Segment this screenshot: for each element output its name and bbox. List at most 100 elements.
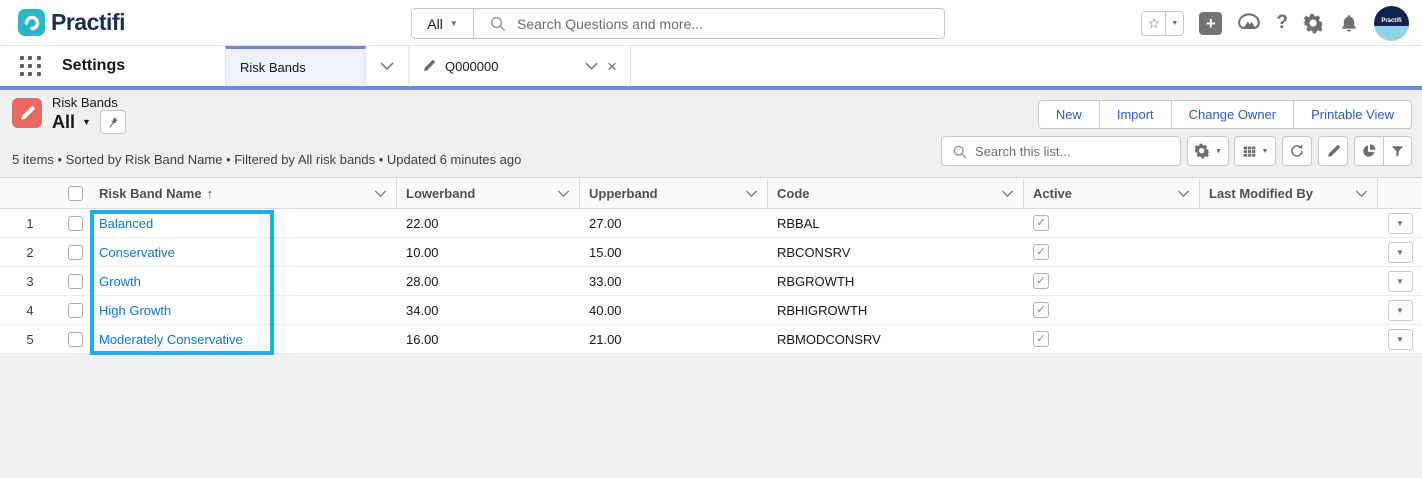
row-checkbox[interactable] [67, 331, 83, 347]
code-cell: RBBAL [777, 215, 820, 231]
chevron-down-icon [380, 62, 394, 70]
user-avatar[interactable]: Practifi [1374, 5, 1409, 41]
caret-down-icon: ▼ [1215, 147, 1222, 155]
global-search-input[interactable] [517, 15, 944, 32]
risk-band-name-link[interactable]: Moderately Conservative [99, 332, 243, 347]
filter-button[interactable] [1382, 137, 1412, 165]
list-settings-button[interactable]: ▼ [1187, 136, 1229, 166]
inline-edit-button[interactable] [1318, 136, 1348, 166]
risk-band-name-link[interactable]: Conservative [99, 245, 175, 260]
row-checkbox[interactable] [67, 273, 83, 289]
active-checkbox: ✓ [1033, 331, 1049, 347]
risk-bands-table: Risk Band Name ↑ Lowerband Upperband Cod… [0, 177, 1422, 355]
table-row: 4 High Growth 34.00 40.00 RBHIGROWTH ✓ ▼ [0, 296, 1422, 325]
row-number: 5 [26, 331, 34, 347]
table-row: 2 Conservative 10.00 15.00 RBCONSRV ✓ ▼ [0, 238, 1422, 267]
row-actions-button[interactable]: ▼ [1387, 212, 1413, 234]
global-actions-button[interactable]: + [1199, 11, 1223, 35]
risk-band-name-link[interactable]: High Growth [99, 303, 171, 318]
row-actions-button[interactable]: ▼ [1387, 270, 1413, 292]
risk-band-name-link[interactable]: Balanced [99, 216, 153, 231]
refresh-button[interactable] [1282, 136, 1312, 166]
search-scope-selector[interactable]: All ▼ [412, 9, 474, 38]
row-number-header [0, 178, 60, 208]
pin-list-view-button[interactable] [99, 110, 126, 134]
row-checkbox[interactable] [67, 302, 83, 318]
column-header-risk-band-name[interactable]: Risk Band Name ↑ [90, 178, 397, 208]
chevron-down-icon[interactable] [1355, 189, 1368, 197]
row-checkbox[interactable] [67, 244, 83, 260]
pencil-icon [1326, 144, 1341, 159]
table-row: 5 Moderately Conservative 16.00 21.00 RB… [0, 325, 1422, 354]
last-modified-by-cell [1200, 267, 1378, 295]
row-number: 3 [26, 273, 34, 289]
list-status-line: 5 items • Sorted by Risk Band Name • Fil… [12, 152, 522, 167]
column-header-code[interactable]: Code [768, 178, 1024, 208]
filter-funnel-icon [1390, 144, 1405, 159]
practifi-logo: Practifi [18, 9, 125, 36]
printable-view-button[interactable]: Printable View [1293, 101, 1411, 128]
chevron-down-icon[interactable] [1001, 189, 1014, 197]
gear-icon [1194, 143, 1211, 159]
setup-gear-icon[interactable] [1303, 13, 1324, 34]
column-header-lowerband[interactable]: Lowerband [397, 178, 580, 208]
app-launcher-icon[interactable] [20, 56, 42, 77]
chevron-down-icon[interactable] [745, 189, 758, 197]
list-actions: New Import Change Owner Printable View [1037, 100, 1412, 129]
actions-column-header [1378, 178, 1422, 208]
column-header-upperband[interactable]: Upperband [580, 178, 768, 208]
notifications-bell-icon[interactable] [1339, 13, 1359, 34]
upperband-cell: 33.00 [589, 273, 622, 289]
lowerband-cell: 16.00 [406, 331, 439, 347]
change-owner-button[interactable]: Change Owner [1170, 101, 1294, 128]
caret-down-icon: ▼ [1396, 247, 1404, 257]
tab-risk-bands[interactable]: Risk Bands [225, 46, 366, 86]
lowerband-cell: 22.00 [406, 215, 439, 231]
charts-button[interactable] [1355, 137, 1383, 165]
sort-ascending-icon: ↑ [206, 185, 214, 201]
pencil-icon [422, 59, 436, 73]
caret-down-icon: ▼ [1396, 276, 1404, 286]
risk-band-name-link[interactable]: Growth [99, 274, 141, 289]
lowerband-cell: 34.00 [406, 302, 439, 318]
help-icon[interactable]: ? [1276, 12, 1288, 34]
chevron-down-icon[interactable] [585, 62, 598, 70]
tab-risk-bands-menu[interactable] [366, 46, 409, 86]
list-view-selector[interactable]: All ▼ [52, 112, 91, 133]
table-display-icon [1242, 144, 1257, 159]
pin-icon [106, 116, 119, 129]
new-button[interactable]: New [1038, 101, 1099, 128]
code-cell: RBMODCONSRV [777, 331, 881, 347]
favorite-star-icon[interactable]: ☆ [1142, 12, 1165, 35]
search-icon [952, 144, 967, 159]
chevron-down-icon[interactable] [374, 189, 387, 197]
code-cell: RBGROWTH [777, 273, 855, 289]
tab-q000000[interactable]: Q000000 × [409, 46, 631, 86]
trailhead-icon[interactable] [1237, 12, 1261, 34]
upperband-cell: 40.00 [589, 302, 622, 318]
chevron-down-icon[interactable] [557, 189, 570, 197]
row-actions-button[interactable]: ▼ [1387, 299, 1413, 321]
caret-down-icon: ▼ [1396, 305, 1404, 315]
row-actions-button[interactable]: ▼ [1387, 328, 1413, 350]
select-all-checkbox[interactable] [67, 185, 83, 201]
search-scope-label: All [427, 15, 443, 32]
list-search-box [941, 136, 1181, 166]
column-header-last-modified-by[interactable]: Last Modified By [1200, 178, 1378, 208]
chevron-down-icon[interactable] [1177, 189, 1190, 197]
favorites-control: ☆ ▼ [1141, 10, 1185, 36]
table-row: 3 Growth 28.00 33.00 RBGROWTH ✓ ▼ [0, 267, 1422, 296]
list-view-label: All [52, 111, 76, 132]
display-as-button[interactable]: ▼ [1234, 136, 1276, 166]
favorites-caret-icon[interactable]: ▼ [1165, 11, 1183, 35]
code-cell: RBCONSRV [777, 244, 851, 260]
row-actions-button[interactable]: ▼ [1387, 241, 1413, 263]
chart-filter-group [1354, 136, 1412, 166]
column-header-active[interactable]: Active [1024, 178, 1200, 208]
code-cell: RBHIGROWTH [777, 302, 868, 318]
row-checkbox[interactable] [67, 215, 83, 231]
last-modified-by-cell [1200, 238, 1378, 266]
import-button[interactable]: Import [1098, 101, 1171, 128]
close-tab-icon[interactable]: × [607, 58, 617, 75]
list-search-input[interactable] [975, 143, 1180, 159]
